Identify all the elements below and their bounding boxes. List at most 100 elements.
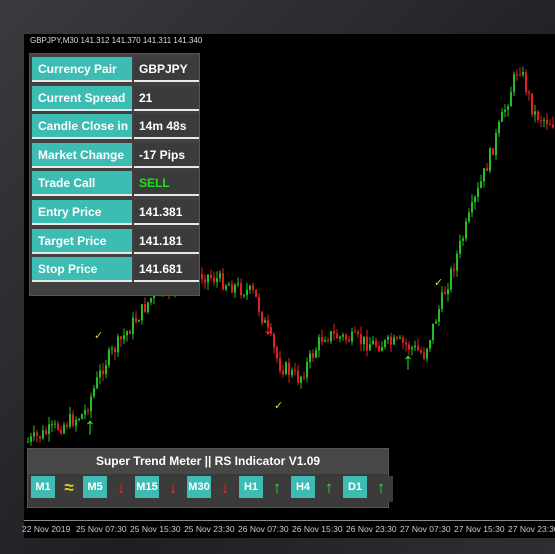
candle [483, 168, 485, 182]
candle [420, 350, 422, 353]
candle [462, 238, 464, 241]
candle [216, 278, 218, 283]
candle [426, 348, 428, 359]
candle [87, 410, 89, 412]
candle [300, 376, 302, 383]
timeframe-button-m5[interactable]: M5 [83, 476, 107, 498]
timeframe-button-m30[interactable]: M30 [187, 476, 211, 498]
candle [507, 106, 509, 110]
candle [27, 441, 29, 443]
candle [99, 370, 101, 378]
candle [342, 334, 344, 337]
info-value: 141.681 [134, 257, 199, 283]
candle [234, 284, 236, 293]
info-label: Currency Pair [32, 57, 132, 82]
info-panel: Currency Pair GBPJPY Current Spread 21 Candl… [29, 53, 200, 296]
trend-meter-title: Super Trend Meter || RS Indicator V1.09 [28, 449, 388, 474]
info-row: Market Change -17 Pips [32, 142, 199, 168]
candle [513, 74, 515, 93]
chart-symbol-header: GBPJPY,M30 141.312 141.370 141.311 141.3… [30, 36, 203, 45]
candle [459, 240, 461, 254]
check-mark-icon: ✓ [94, 330, 103, 342]
time-tick-label: 26 Nov 23:30 [346, 524, 397, 534]
candle [402, 337, 404, 343]
candle [30, 436, 32, 442]
candle [75, 419, 77, 426]
candle [57, 423, 59, 430]
candle [465, 221, 467, 239]
candle [528, 92, 530, 94]
candle [354, 331, 356, 333]
candle [102, 370, 104, 374]
candle [147, 302, 149, 312]
arrow-up-icon: ↑ [369, 476, 393, 502]
timeframe-row: M1 ≈ M5 ↓ M15 ↓ M30 ↓ H1 ↑ H4 ↑ D1 ↑ [31, 476, 395, 502]
candle [321, 337, 323, 342]
candle [468, 212, 470, 222]
candle [144, 304, 146, 312]
candle [519, 74, 521, 76]
candle [63, 424, 65, 434]
candle [141, 304, 143, 321]
candle [510, 92, 512, 107]
candle [378, 346, 380, 352]
info-label: Trade Call [32, 171, 132, 197]
candle [306, 361, 308, 378]
info-label: Target Price [32, 228, 132, 254]
sell-arrow-icon: ↓ [262, 313, 274, 340]
arrow-down-icon: ↓ [213, 476, 237, 502]
info-label: Market Change [32, 142, 132, 168]
candle [477, 187, 479, 197]
arrow-down-icon: ↓ [161, 476, 185, 502]
candle [93, 388, 95, 397]
time-tick-label: 27 Nov 23:30 [508, 524, 555, 534]
candle [423, 352, 425, 359]
candle [231, 284, 233, 293]
check-mark-icon: ✓ [274, 400, 283, 412]
candle [219, 273, 221, 279]
candle [72, 414, 74, 426]
timeframe-button-m15[interactable]: M15 [135, 476, 159, 498]
super-trend-meter: Super Trend Meter || RS Indicator V1.09 … [27, 448, 393, 508]
candle [435, 321, 437, 324]
check-mark-icon: ✓ [434, 277, 443, 289]
candle [372, 340, 374, 345]
candle [258, 296, 260, 312]
candle [549, 124, 551, 126]
candle [246, 289, 248, 296]
candle [126, 331, 128, 336]
candle [375, 340, 377, 347]
candle [309, 353, 311, 362]
candle [369, 344, 371, 351]
time-tick-label: 26 Nov 15:30 [292, 524, 343, 534]
timeframe-button-h4[interactable]: H4 [291, 476, 315, 498]
candle [516, 74, 518, 76]
info-row: Current Spread 21 [32, 85, 199, 111]
candle [414, 345, 416, 348]
candle [360, 334, 362, 345]
candle [327, 340, 329, 342]
candle [42, 430, 44, 439]
candle [60, 429, 62, 434]
candle [315, 350, 317, 358]
candle [150, 298, 152, 303]
candle [288, 362, 290, 376]
time-tick-label: 25 Nov 15:30 [130, 524, 181, 534]
info-value: GBPJPY [134, 57, 199, 82]
candle [39, 436, 41, 439]
candle [54, 423, 56, 425]
arrow-up-icon: ↑ [265, 476, 289, 502]
timeframe-button-h1[interactable]: H1 [239, 476, 263, 498]
info-label: Entry Price [32, 200, 132, 225]
candle [207, 274, 209, 283]
timeframe-button-d1[interactable]: D1 [343, 476, 367, 498]
info-value: SELL [134, 171, 199, 197]
candle [348, 339, 350, 342]
timeframe-button-m1[interactable]: M1 [31, 476, 55, 498]
candle [501, 111, 503, 122]
candle [540, 120, 542, 122]
candle [474, 196, 476, 203]
arrow-down-icon: ↓ [109, 476, 133, 502]
time-tick-label: 27 Nov 07:30 [400, 524, 451, 534]
candle [78, 418, 80, 420]
